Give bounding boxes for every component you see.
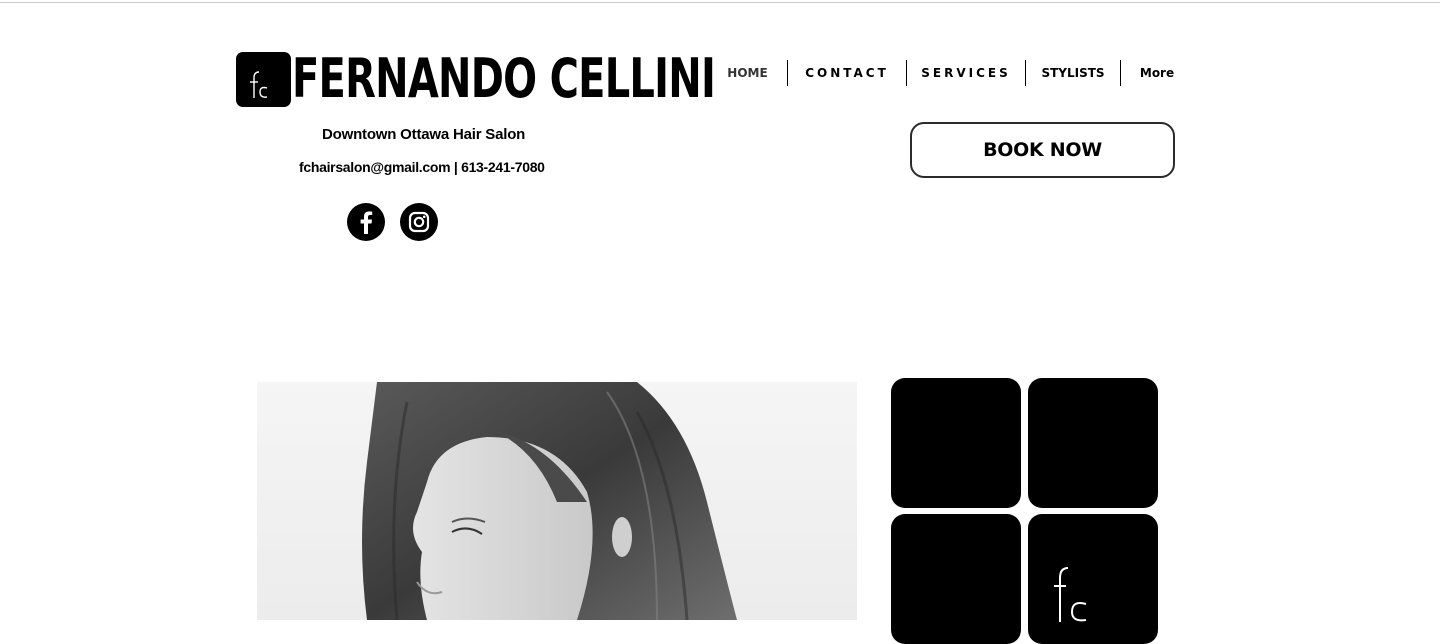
nav-contact[interactable]: CONTACT	[788, 60, 906, 86]
fc-monogram-icon	[245, 69, 271, 104]
main-nav: HOME CONTACT SERVICES STYLISTS More	[708, 60, 1193, 86]
book-now-button[interactable]: BOOK NOW	[910, 122, 1175, 178]
contact-info: fchairsalon@gmail.com | 613-241-7080	[299, 159, 545, 175]
gallery-tile[interactable]	[891, 514, 1021, 644]
nav-home[interactable]: HOME	[708, 60, 787, 86]
instagram-icon[interactable]	[400, 203, 438, 241]
hero-image	[257, 382, 857, 620]
gallery-tile[interactable]	[1028, 514, 1158, 644]
nav-more[interactable]: More	[1121, 60, 1193, 86]
nav-services[interactable]: SERVICES	[907, 60, 1025, 86]
brand-name[interactable]: FERNANDO CELLINI	[292, 44, 716, 114]
gallery-tile[interactable]	[1028, 378, 1158, 508]
tagline: Downtown Ottawa Hair Salon	[322, 126, 526, 143]
gallery-tile[interactable]	[891, 378, 1021, 508]
fc-monogram-icon	[1050, 566, 1090, 627]
facebook-icon[interactable]	[347, 203, 385, 241]
nav-stylists[interactable]: STYLISTS	[1026, 60, 1120, 86]
top-border	[0, 0, 1440, 3]
logo-mark[interactable]	[236, 52, 291, 107]
